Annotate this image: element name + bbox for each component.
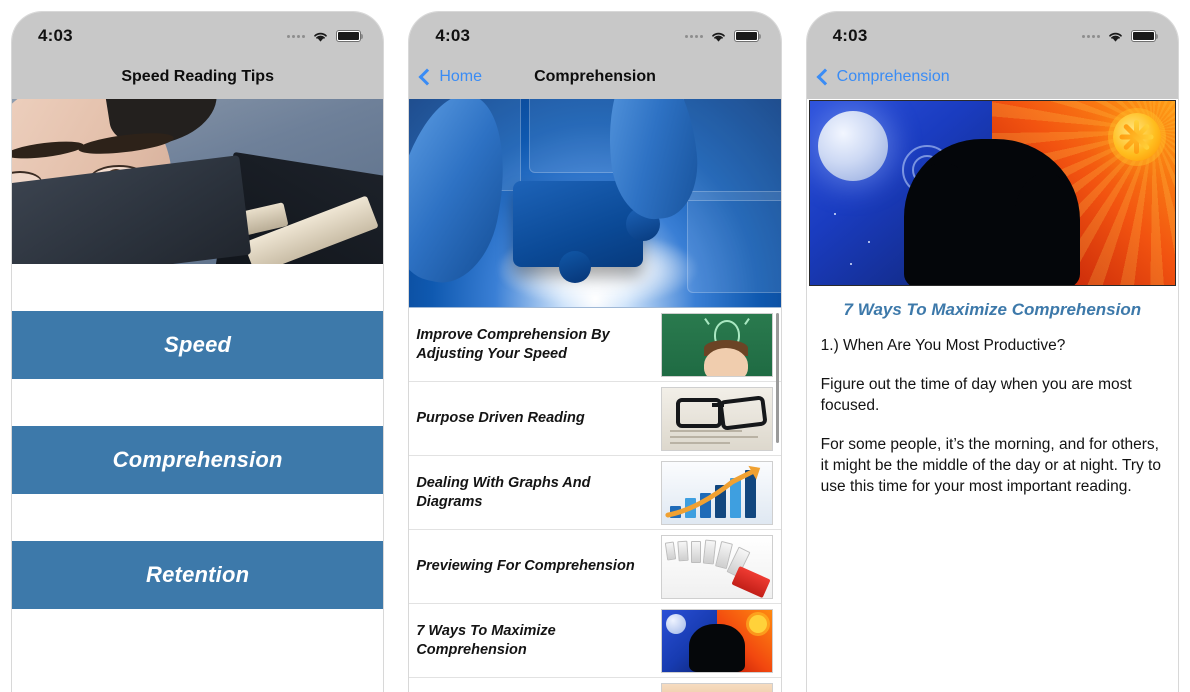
status-time: 4:03: [38, 26, 73, 45]
signal-dots-icon: [1081, 34, 1100, 38]
list-item-title: Purpose Driven Reading: [416, 410, 585, 427]
moon-icon: [817, 111, 888, 181]
nav-bar: Comprehension: [806, 54, 1178, 99]
eyeglasses-on-paper-thumb: [660, 386, 773, 451]
list-item-title: Improve Comprehension By Adjusting Your …: [416, 327, 610, 362]
status-bar: 4:03: [806, 12, 1178, 54]
list-item[interactable]: Improve Comprehension By Adjusting Your …: [409, 308, 781, 382]
trend-arrow-icon: [665, 465, 760, 517]
list-item[interactable]: Dealing With Graphs And Diagrams: [409, 456, 781, 530]
article-body: 7 Ways To Maximize Comprehension 1.) Whe…: [807, 300, 1178, 498]
spacer: [12, 264, 384, 311]
menu-button-speed[interactable]: Speed: [12, 311, 384, 379]
back-button-comprehension[interactable]: Comprehension: [807, 68, 950, 86]
article-paragraph: 1.) When Are You Most Productive?: [820, 337, 1066, 354]
phone-screen-comprehension-list: 4:03 Home Comprehension Improve Comprehe…: [409, 12, 781, 692]
tree-silhouette: [904, 139, 1081, 285]
article-list: Improve Comprehension By Adjusting Your …: [409, 308, 781, 692]
screenshot-stage: 4:03 Speed Reading Tips Speed Comprehens…: [0, 0, 1190, 692]
back-button-label: Comprehension: [836, 67, 950, 85]
wifi-icon: [711, 32, 725, 42]
wifi-icon: [1109, 32, 1122, 42]
chevron-left-icon: [418, 68, 436, 85]
back-button-home[interactable]: Home: [409, 68, 482, 86]
menu-button-retention[interactable]: Retention: [12, 541, 384, 609]
screen-content: Improve Comprehension By Adjusting Your …: [409, 99, 781, 692]
phone-screen-article: 4:03 Comprehension 7 Ways To Maximize Co…: [806, 12, 1178, 692]
lightbulb-chalkboard-thumb: [660, 312, 773, 377]
menu-button-comprehension[interactable]: Comprehension: [12, 426, 384, 494]
signal-dots-icon: [684, 34, 703, 38]
list-item-title: 7 Ways To Maximize Comprehension: [416, 623, 556, 658]
spacer: [12, 494, 384, 541]
list-item-title: Dealing With Graphs And Diagrams: [416, 475, 591, 510]
page-title: Speed Reading Tips: [121, 67, 274, 85]
sun-moon-tree-thumb: [660, 608, 773, 673]
article-title: 7 Ways To Maximize Comprehension: [843, 300, 1142, 319]
list-item[interactable]: 7 Ways To Maximize Comprehension: [409, 604, 781, 678]
hero-image-sun-moon-tree: [808, 100, 1176, 286]
chevron-left-icon: [816, 68, 834, 85]
hero-image-jigsaw-puzzle: [409, 99, 781, 308]
wifi-icon: [314, 32, 328, 42]
status-bar: 4:03: [409, 12, 781, 54]
list-item[interactable]: Purpose Driven Reading: [409, 382, 781, 456]
status-time: 4:03: [832, 26, 868, 45]
battery-icon: [336, 30, 364, 42]
article-paragraph: Figure out the time of day when you are …: [820, 375, 1132, 414]
hero-image-woman-reading: [12, 99, 384, 264]
list-item[interactable]: Previewing For Comprehension: [409, 530, 781, 604]
signal-dots-icon: [287, 34, 306, 38]
list-item[interactable]: [409, 678, 780, 692]
nav-bar: Speed Reading Tips: [12, 54, 384, 99]
status-icons: [1081, 30, 1158, 43]
phone-screen-home: 4:03 Speed Reading Tips Speed Comprehens…: [12, 12, 384, 692]
sun-icon: [1112, 113, 1161, 161]
bar-chart-thumb: [660, 460, 773, 525]
spacer: [12, 379, 384, 426]
falling-dominoes-thumb: [660, 534, 773, 599]
status-icons: [684, 30, 761, 43]
status-icons: [287, 30, 364, 43]
back-button-label: Home: [439, 67, 483, 85]
nav-bar: Home Comprehension: [409, 54, 781, 99]
status-bar: 4:03: [12, 12, 384, 54]
battery-icon: [1130, 30, 1158, 42]
article-paragraph: For some people, it’s the morning, and f…: [820, 435, 1161, 495]
screen-content: Speed Comprehension Retention: [12, 99, 384, 692]
tan-texture-thumb: [660, 682, 773, 692]
scrollbar[interactable]: [775, 313, 779, 443]
list-item-title: Previewing For Comprehension: [416, 558, 635, 575]
battery-icon: [733, 30, 761, 42]
screen-content: 7 Ways To Maximize Comprehension 1.) Whe…: [806, 99, 1178, 692]
status-time: 4:03: [435, 26, 471, 45]
